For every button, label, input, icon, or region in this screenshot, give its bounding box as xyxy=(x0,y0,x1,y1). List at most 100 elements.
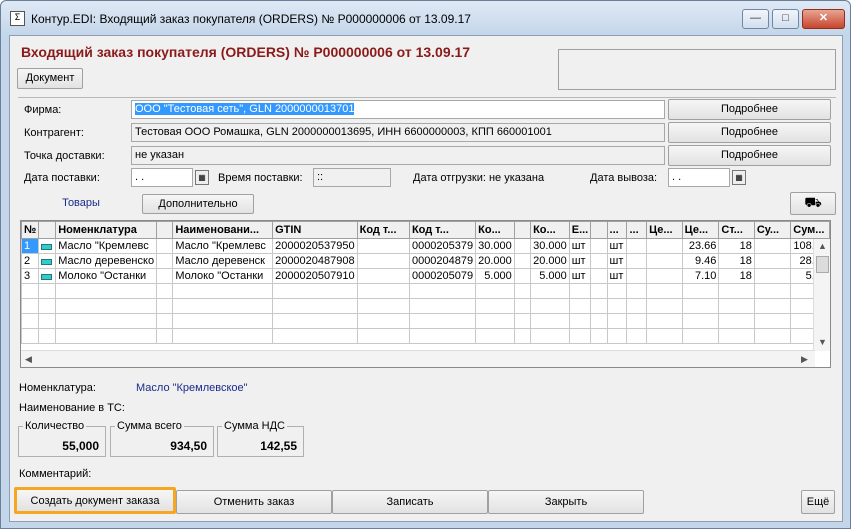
column-header[interactable]: GTIN xyxy=(272,221,358,239)
firma-details-button[interactable]: Подробнее xyxy=(668,99,831,120)
table-cell[interactable] xyxy=(753,268,792,284)
table-cell[interactable] xyxy=(626,238,648,254)
table-cell[interactable]: 2000020537950 xyxy=(272,238,358,254)
scroll-thumb[interactable] xyxy=(816,256,829,273)
table-cell[interactable]: Масло "Кремлевс xyxy=(55,238,158,254)
column-header[interactable]: Код т... xyxy=(408,221,477,239)
table-cell[interactable]: 30.000 xyxy=(475,238,515,254)
tochka-details-button[interactable]: Подробнее xyxy=(668,145,831,166)
tab-goods[interactable]: Товары xyxy=(22,194,140,214)
table-cell[interactable] xyxy=(356,238,410,254)
table-cell[interactable]: 30.000 xyxy=(530,238,570,254)
column-header[interactable]: Сум... xyxy=(790,221,830,239)
table-cell[interactable]: Масло деревенско xyxy=(55,253,158,269)
table-cell[interactable] xyxy=(590,268,608,284)
title-bar[interactable]: Σ Контур.EDI: Входящий заказ покупателя … xyxy=(1,1,850,35)
column-header[interactable]: Номенклатура xyxy=(55,221,158,239)
column-header[interactable]: Су... xyxy=(753,221,792,239)
table-cell[interactable]: 0000204879 xyxy=(408,253,477,269)
table-cell[interactable] xyxy=(156,253,174,269)
document-menu-button[interactable]: Документ xyxy=(17,68,83,89)
horizontal-scrollbar[interactable]: ◀ ▶ xyxy=(21,350,815,367)
column-header[interactable] xyxy=(513,221,532,239)
column-header[interactable]: Це... xyxy=(646,221,683,239)
table-cell[interactable]: Молоко "Останки xyxy=(172,268,274,284)
table-cell[interactable]: 23.66 xyxy=(681,238,720,254)
table-cell[interactable]: 20.000 xyxy=(530,253,570,269)
column-header[interactable]: Ко... xyxy=(475,221,515,239)
kontragent-field[interactable]: Тестовая ООО Ромашка, GLN 2000000013695,… xyxy=(131,123,665,142)
more-button[interactable]: Ещё xyxy=(801,490,835,514)
data-postavki-field[interactable]: . . xyxy=(131,168,193,187)
table-cell[interactable] xyxy=(513,253,532,269)
table-row[interactable]: 2 Масло деревенско Масло деревенск 20000204… xyxy=(21,253,830,269)
column-header[interactable]: Е... xyxy=(568,221,592,239)
table-cell[interactable]: 18 xyxy=(718,238,755,254)
table-cell[interactable]: Молоко "Останки xyxy=(55,268,158,284)
firma-field[interactable]: ООО "Тестовая сеть", GLN 2000000013701 xyxy=(131,100,665,119)
table-cell[interactable]: 7.10 xyxy=(681,268,720,284)
column-header[interactable]: Ко... xyxy=(530,221,570,239)
table-cell[interactable] xyxy=(356,268,410,284)
table-cell[interactable] xyxy=(753,253,792,269)
data-vyvoza-field[interactable]: . . xyxy=(668,168,730,187)
table-cell[interactable]: шт xyxy=(606,268,628,284)
column-header[interactable]: Це... xyxy=(681,221,720,239)
table-cell[interactable]: шт xyxy=(568,238,592,254)
table-cell[interactable]: шт xyxy=(568,253,592,269)
column-header[interactable]: Код т... xyxy=(356,221,410,239)
column-header[interactable]: ... xyxy=(606,221,628,239)
table-cell[interactable]: шт xyxy=(606,238,628,254)
table-cell[interactable] xyxy=(646,268,683,284)
table-cell[interactable]: 1 xyxy=(21,238,40,254)
table-cell[interactable] xyxy=(38,253,57,269)
table-row[interactable]: 3 Молоко "Останки Молоко "Останки 200002050… xyxy=(21,268,830,284)
table-cell[interactable]: Масло деревенск xyxy=(172,253,274,269)
table-cell[interactable] xyxy=(626,268,648,284)
cancel-order-button[interactable]: Отменить заказ xyxy=(176,490,332,514)
document-icon[interactable]: Σ xyxy=(10,11,25,26)
table-cell[interactable] xyxy=(590,253,608,269)
table-cell[interactable] xyxy=(626,253,648,269)
create-order-document-button[interactable]: Создать документ заказа xyxy=(14,487,176,514)
column-header[interactable] xyxy=(156,221,174,239)
scroll-down-icon[interactable]: ▼ xyxy=(818,337,827,347)
truck-icon[interactable]: ⛟ xyxy=(790,192,836,215)
table-cell[interactable] xyxy=(38,268,57,284)
vertical-scrollbar[interactable]: ▲ ▼ xyxy=(813,239,830,351)
save-button[interactable]: Записать xyxy=(332,490,488,514)
table-cell[interactable]: 20.000 xyxy=(475,253,515,269)
scroll-left-icon[interactable]: ◀ xyxy=(25,354,32,365)
table-cell[interactable]: 0000205079 xyxy=(408,268,477,284)
table-cell[interactable] xyxy=(156,238,174,254)
scroll-right-icon[interactable]: ▶ xyxy=(801,354,808,365)
table-cell[interactable]: 0000205379 xyxy=(408,238,477,254)
close-button[interactable]: Закрыть xyxy=(488,490,644,514)
calendar-icon[interactable]: ▦ xyxy=(732,170,746,185)
column-header[interactable] xyxy=(38,221,57,239)
table-cell[interactable] xyxy=(513,238,532,254)
table-cell[interactable] xyxy=(356,253,410,269)
minimize-button[interactable]: — xyxy=(742,9,769,29)
table-cell[interactable]: 2000020487908 xyxy=(272,253,358,269)
kontragent-details-button[interactable]: Подробнее xyxy=(668,122,831,143)
maximize-button[interactable]: □ xyxy=(772,9,799,29)
table-cell[interactable]: 2 xyxy=(21,253,40,269)
calendar-icon[interactable]: ▦ xyxy=(195,170,209,185)
table-cell[interactable]: 9.46 xyxy=(681,253,720,269)
table-cell[interactable]: 18 xyxy=(718,253,755,269)
table-cell[interactable]: 5.000 xyxy=(530,268,570,284)
table-cell[interactable] xyxy=(590,238,608,254)
tochka-field[interactable]: не указан xyxy=(131,146,665,165)
table-cell[interactable]: 18 xyxy=(718,268,755,284)
vremya-field[interactable]: :: xyxy=(313,168,391,187)
table-cell[interactable]: шт xyxy=(606,253,628,269)
goods-table[interactable]: № Номенклатура Наименовани... GTIN Код т... К… xyxy=(20,220,831,368)
table-cell[interactable]: Масло "Кремлевс xyxy=(172,238,274,254)
table-cell[interactable]: 3 xyxy=(21,268,40,284)
table-cell[interactable] xyxy=(646,253,683,269)
tab-extra[interactable]: Дополнительно xyxy=(142,194,254,214)
table-cell[interactable]: 2000020507910 xyxy=(272,268,358,284)
column-header[interactable]: ... xyxy=(626,221,648,239)
table-cell[interactable]: 5.000 xyxy=(475,268,515,284)
